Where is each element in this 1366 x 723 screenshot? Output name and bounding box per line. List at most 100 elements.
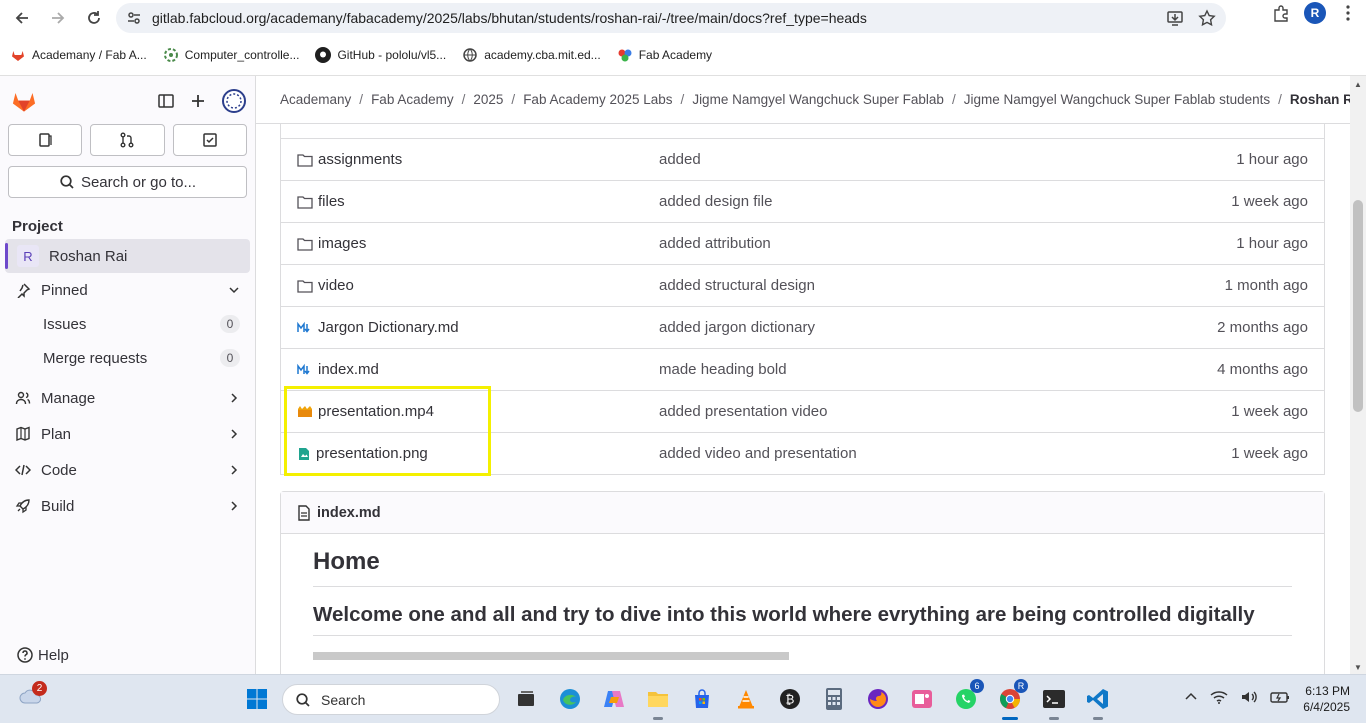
gitlab-logo-icon[interactable] — [10, 86, 38, 117]
file-name-link[interactable]: video — [318, 277, 354, 294]
table-row[interactable]: index.md made heading bold 4 months ago — [281, 348, 1324, 390]
assigned-issues-button[interactable] — [8, 124, 83, 156]
todo-list-button[interactable] — [172, 124, 247, 156]
plus-icon[interactable] — [189, 92, 207, 110]
photo-app-icon[interactable] — [906, 683, 938, 715]
weather-widget[interactable]: 2 — [18, 681, 47, 710]
sidebar-item-project[interactable]: R Roshan Rai — [5, 239, 250, 273]
copilot-icon[interactable] — [598, 683, 630, 715]
sidebar-item-merge-requests[interactable]: Merge requests 0 — [5, 341, 250, 375]
commit-message-link[interactable]: added — [659, 151, 701, 168]
start-button[interactable] — [246, 688, 268, 713]
chevron-up-icon[interactable] — [1184, 690, 1198, 704]
table-row[interactable]: video added structural design 1 month ag… — [281, 264, 1324, 306]
chrome-icon[interactable]: R — [994, 679, 1028, 720]
commit-time: 1 hour ago — [1236, 235, 1308, 252]
readme-image — [313, 652, 789, 660]
file-name-link[interactable]: images — [318, 235, 366, 252]
chevron-right-icon — [228, 500, 240, 512]
whatsapp-icon[interactable]: 6 — [950, 679, 984, 715]
bookmark-github-pololu[interactable]: GitHub - pololu/vl5... — [315, 47, 446, 63]
task-view-icon[interactable] — [510, 683, 542, 715]
breadcrumb-super-fablab[interactable]: Jigme Namgyel Wangchuck Super Fablab — [692, 92, 944, 107]
breadcrumb-roshan-rai[interactable]: Roshan Rai — [1290, 92, 1350, 107]
sidebar-item-manage[interactable]: Manage — [5, 381, 250, 415]
bookmark-computer-controlled[interactable]: Computer_controlle... — [163, 47, 299, 63]
code-icon — [15, 462, 41, 478]
taskbar-clock[interactable]: 6:13 PM 6/4/2025 — [1303, 683, 1350, 715]
bookmark-fab-academy[interactable]: Fab Academy — [617, 47, 712, 63]
file-explorer-icon[interactable] — [642, 683, 674, 720]
breadcrumb-fab-academy[interactable]: Fab Academy — [371, 92, 454, 107]
globe-icon — [462, 47, 478, 63]
sidebar-item-issues[interactable]: Issues 0 — [5, 307, 250, 341]
issues-count-badge: 0 — [220, 315, 240, 333]
bookmark-academany[interactable]: Academany / Fab A... — [10, 47, 147, 63]
breadcrumb-2025[interactable]: 2025 — [473, 92, 503, 107]
back-button[interactable] — [4, 2, 40, 34]
readme-filename[interactable]: index.md — [317, 505, 381, 521]
scroll-down-icon[interactable]: ▼ — [1354, 663, 1362, 672]
commit-message-link[interactable]: added structural design — [659, 277, 815, 294]
calculator-icon[interactable] — [818, 683, 850, 715]
help-button[interactable]: Help — [16, 646, 69, 664]
markdown-icon — [297, 363, 310, 375]
sidebar-item-plan[interactable]: Plan — [5, 417, 250, 451]
forward-button[interactable] — [40, 2, 76, 34]
commit-message-link[interactable]: added jargon dictionary — [659, 319, 815, 336]
vscode-icon[interactable] — [1082, 683, 1114, 720]
address-bar[interactable]: gitlab.fabcloud.org/academany/fabacademy… — [116, 3, 1226, 33]
reload-button[interactable] — [76, 2, 112, 34]
table-row[interactable]: images added attribution 1 hour ago — [281, 222, 1324, 264]
commit-message-link[interactable]: added attribution — [659, 235, 771, 252]
install-app-icon[interactable] — [1166, 9, 1184, 27]
microsoft-store-icon[interactable] — [686, 683, 718, 715]
sidebar-item-code[interactable]: Code — [5, 453, 250, 487]
scroll-up-icon[interactable]: ▲ — [1354, 80, 1362, 89]
commit-time: 2 months ago — [1217, 319, 1308, 336]
breadcrumb-students[interactable]: Jigme Namgyel Wangchuck Super Fablab stu… — [964, 92, 1270, 107]
scrollbar-thumb[interactable] — [1353, 200, 1363, 412]
edge-icon[interactable] — [554, 683, 586, 715]
file-name-link[interactable]: files — [318, 193, 345, 210]
user-avatar-icon[interactable] — [221, 88, 247, 114]
windows-taskbar: 2 Search ₿ 6 R 6:13 PM 6/4/2025 — [0, 674, 1366, 723]
extensions-icon[interactable] — [1272, 4, 1290, 22]
breadcrumb-labs[interactable]: Fab Academy 2025 Labs — [523, 92, 672, 107]
readme-header: index.md — [281, 492, 1324, 534]
file-name-link[interactable]: assignments — [318, 151, 402, 168]
profile-avatar[interactable]: R — [1304, 2, 1326, 24]
commit-message-link[interactable]: added design file — [659, 193, 772, 210]
sidebar-item-pinned[interactable]: Pinned — [5, 273, 250, 307]
sidebar-item-build[interactable]: Build — [5, 489, 250, 523]
bitcoin-app-icon[interactable]: ₿ — [774, 683, 806, 715]
search-button[interactable]: Search or go to... — [8, 166, 247, 198]
firefox-icon[interactable] — [862, 683, 894, 715]
vlc-icon[interactable] — [730, 683, 762, 715]
commit-time: 1 week ago — [1231, 193, 1308, 210]
breadcrumb-academany[interactable]: Academany — [280, 92, 351, 107]
url-text[interactable]: gitlab.fabcloud.org/academany/fabacademy… — [152, 10, 867, 26]
terminal-icon[interactable] — [1038, 683, 1070, 720]
bookmark-star-icon[interactable] — [1198, 9, 1216, 27]
bookmark-academy-cba[interactable]: academy.cba.mit.ed... — [462, 47, 601, 63]
table-row[interactable]: files added design file 1 week ago — [281, 180, 1324, 222]
file-name-link[interactable]: Jargon Dictionary.md — [318, 319, 459, 336]
commit-message-link[interactable]: made heading bold — [659, 361, 787, 378]
file-name-link[interactable]: index.md — [318, 361, 379, 378]
merge-requests-button[interactable] — [90, 124, 165, 156]
commit-message-link[interactable]: added video and presentation — [659, 445, 857, 462]
table-row[interactable]: assignments added 1 hour ago — [281, 138, 1324, 180]
gear-icon — [163, 47, 179, 63]
taskbar-search[interactable]: Search — [282, 684, 500, 715]
volume-icon[interactable] — [1240, 689, 1258, 705]
page-scrollbar[interactable]: ▲ ▼ — [1350, 76, 1366, 674]
commit-message-link[interactable]: added presentation video — [659, 403, 827, 420]
browser-chrome: gitlab.fabcloud.org/academany/fabacademy… — [0, 0, 1366, 76]
collapse-sidebar-icon[interactable] — [157, 92, 175, 110]
wifi-icon[interactable] — [1210, 689, 1228, 705]
battery-icon[interactable] — [1270, 689, 1290, 705]
kebab-menu-icon[interactable] — [1340, 4, 1356, 22]
site-info-icon[interactable] — [116, 10, 152, 26]
table-row[interactable]: Jargon Dictionary.md added jargon dictio… — [281, 306, 1324, 348]
